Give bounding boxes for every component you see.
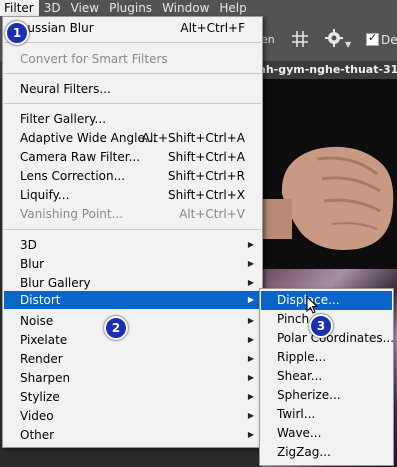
menu-help[interactable]: Help — [214, 0, 251, 16]
menu-item-label: Adaptive Wide Angle... — [20, 131, 157, 145]
menu-item-blur-gallery[interactable]: Blur Gallery ▶ — [4, 274, 261, 292]
submenu-arrow-icon: ▶ — [247, 392, 254, 401]
menu-3d[interactable]: 3D — [39, 0, 66, 16]
menu-item-stylize[interactable]: Stylize ▶ — [4, 388, 261, 406]
menu-item-last-filter[interactable]: aussian Blur Alt+Ctrl+F — [4, 19, 261, 37]
gear-icon[interactable] — [325, 29, 343, 47]
menu-item-other[interactable]: Other ▶ — [4, 426, 261, 444]
submenu-item-label: Shear... — [277, 369, 323, 383]
submenu-arrow-icon: ▶ — [247, 295, 254, 304]
menu-item-label: Convert for Smart Filters — [20, 52, 168, 66]
menu-item-shortcut: Shift+Ctrl+X — [168, 188, 245, 202]
menu-item-label: Render — [20, 352, 63, 366]
menu-separator — [4, 42, 261, 43]
submenu-item-label: ZigZag... — [277, 445, 331, 459]
menu-item-distort[interactable]: Distort ▶ — [4, 291, 261, 309]
submenu-item-label: Wave... — [277, 426, 322, 440]
menu-filter[interactable]: Filter — [0, 0, 39, 16]
menu-item-noise[interactable]: Noise ▶ — [4, 312, 261, 330]
menu-window[interactable]: Window — [157, 0, 214, 16]
submenu-item-wave[interactable]: Wave... — [261, 424, 392, 443]
submenu-item-ripple[interactable]: Ripple... — [261, 348, 392, 367]
submenu-item-shear[interactable]: Shear... — [261, 367, 392, 386]
menu-item-render[interactable]: Render ▶ — [4, 350, 261, 368]
menu-item-label: Other — [20, 428, 55, 442]
submenu-item-twirl[interactable]: Twirl... — [261, 405, 392, 424]
delete-checkbox[interactable] — [366, 31, 379, 46]
menu-item-sharpen[interactable]: Sharpen ▶ — [4, 369, 261, 387]
delete-label: Del — [381, 33, 397, 47]
submenu-arrow-icon: ▶ — [247, 278, 254, 287]
menu-item-camera-raw-filter[interactable]: Camera Raw Filter... Shift+Ctrl+A — [4, 148, 261, 166]
menu-item-label: Stylize — [20, 390, 60, 404]
step-badge-2: 2 — [104, 316, 128, 340]
gear-dropdown-caret-icon[interactable]: ▼ — [345, 40, 351, 49]
submenu-arrow-icon: ▶ — [247, 335, 254, 344]
menu-item-label: Distort — [20, 293, 61, 307]
menu-item-label: Blur — [20, 257, 45, 271]
step-badge-3: 3 — [309, 314, 333, 338]
menu-item-label: aussian Blur — [20, 21, 94, 35]
menu-item-shortcut: Alt+Ctrl+F — [180, 21, 245, 35]
step-badge-1: 1 — [5, 21, 29, 45]
menu-item-shortcut: Alt+Shift+Ctrl+A — [141, 131, 245, 145]
menu-item-label: Camera Raw Filter... — [20, 150, 141, 164]
menu-item-convert-smart-filters: Convert for Smart Filters — [4, 50, 261, 68]
menu-view[interactable]: View — [66, 0, 104, 16]
submenu-arrow-icon: ▶ — [247, 354, 254, 363]
menu-item-label: 3D — [20, 238, 37, 252]
grid-icon[interactable] — [291, 30, 309, 48]
menu-item-video[interactable]: Video ▶ — [4, 407, 261, 425]
submenu-arrow-icon: ▶ — [247, 240, 254, 249]
menu-item-label: Noise — [20, 314, 54, 328]
document-tab[interactable]: nh-gym-nghe-thuat-31.jp — [258, 61, 397, 79]
menu-item-shortcut: Shift+Ctrl+A — [168, 150, 245, 164]
menu-separator — [4, 103, 261, 104]
menu-item-label: Filter Gallery... — [20, 112, 107, 126]
submenu-arrow-icon: ▶ — [247, 316, 254, 325]
submenu-item-label: Spherize... — [277, 388, 341, 402]
menu-item-lens-correction[interactable]: Lens Correction... Shift+Ctrl+R — [4, 167, 261, 185]
menu-item-neural-filters[interactable]: Neural Filters... — [4, 80, 261, 98]
mouse-cursor-icon — [306, 296, 318, 314]
menu-item-blur[interactable]: Blur ▶ — [4, 255, 261, 273]
submenu-item-label: Ripple... — [277, 350, 327, 364]
options-bar-label-fragment: en — [261, 33, 275, 46]
menu-item-pixelate[interactable]: Pixelate ▶ — [4, 331, 261, 349]
menu-item-label: Pixelate — [20, 333, 68, 347]
menu-item-filter-gallery[interactable]: Filter Gallery... — [4, 110, 261, 128]
menu-plugins[interactable]: Plugins — [104, 0, 157, 16]
menu-item-label: Neural Filters... — [20, 82, 111, 96]
submenu-item-spherize[interactable]: Spherize... — [261, 386, 392, 405]
submenu-arrow-icon: ▶ — [247, 373, 254, 382]
submenu-item-label: Polar Coordinates... — [277, 331, 395, 345]
menu-item-label: Liquify... — [20, 188, 70, 202]
menu-item-label: Vanishing Point... — [20, 207, 124, 221]
menu-item-3d[interactable]: 3D ▶ — [4, 236, 261, 254]
filter-menu: aussian Blur Alt+Ctrl+F Convert for Smar… — [2, 16, 263, 448]
menu-item-shortcut: Shift+Ctrl+R — [167, 169, 245, 183]
menu-item-adaptive-wide-angle[interactable]: Adaptive Wide Angle... Alt+Shift+Ctrl+A — [4, 129, 261, 147]
menu-item-vanishing-point: Vanishing Point... Alt+Ctrl+V — [4, 205, 261, 223]
submenu-arrow-icon: ▶ — [247, 430, 254, 439]
menu-item-liquify[interactable]: Liquify... Shift+Ctrl+X — [4, 186, 261, 204]
menu-item-label: Video — [20, 409, 54, 423]
submenu-item-zigzag[interactable]: ZigZag... — [261, 443, 392, 462]
menu-item-shortcut: Alt+Ctrl+V — [179, 207, 245, 221]
submenu-arrow-icon: ▶ — [247, 411, 254, 420]
menu-item-label: Lens Correction... — [20, 169, 126, 183]
fist-image — [262, 146, 394, 250]
submenu-item-displace[interactable]: Displace... — [261, 291, 392, 310]
submenu-item-label: Twirl... — [277, 407, 316, 421]
menubar: Filter 3D View Plugins Window Help — [0, 0, 397, 16]
menu-separator — [4, 229, 261, 230]
menu-item-label: Blur Gallery — [20, 276, 91, 290]
submenu-arrow-icon: ▶ — [247, 259, 254, 268]
menu-item-label: Sharpen — [20, 371, 71, 385]
menu-separator — [4, 73, 261, 74]
